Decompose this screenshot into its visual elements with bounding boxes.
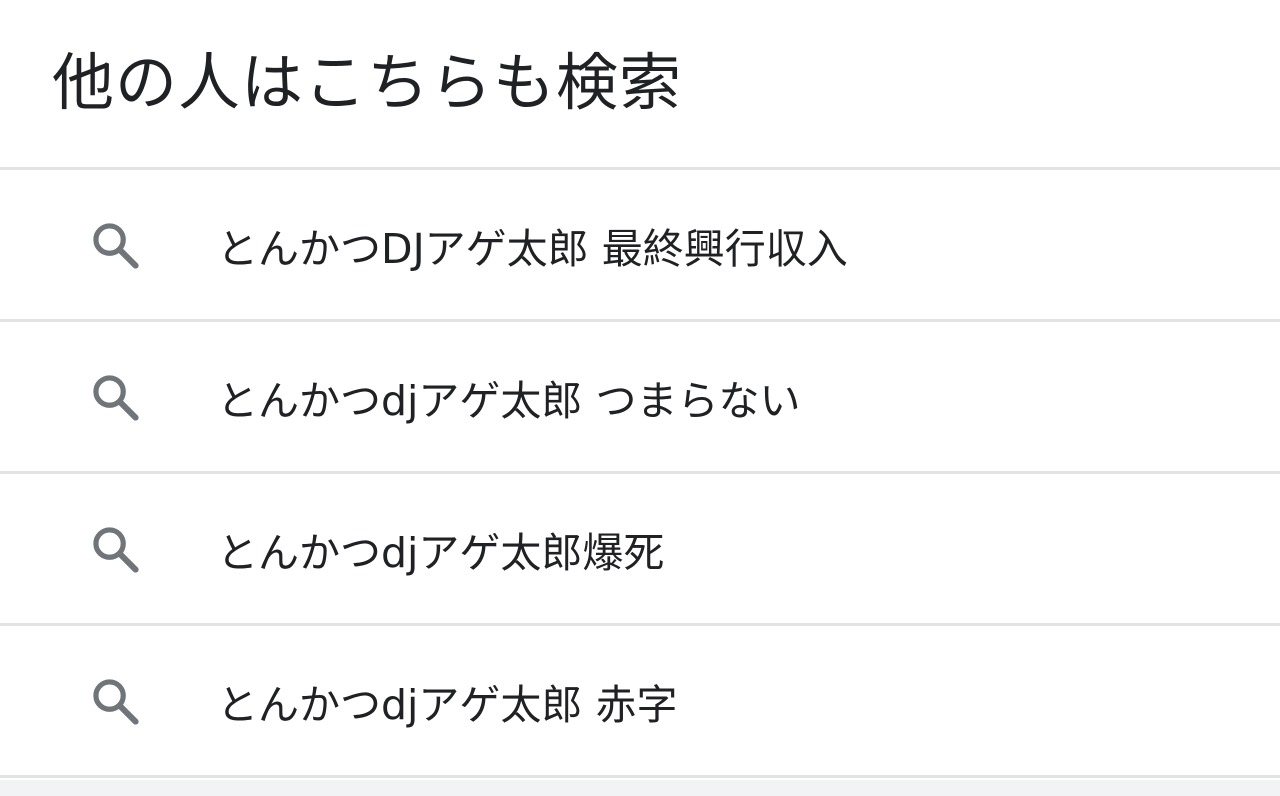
suggestion-label: とんかつdjアゲ太郎爆死: [217, 528, 665, 577]
search-icon: [89, 675, 141, 727]
suggestion-label: とんかつdjアゲ太郎 つまらない: [217, 376, 801, 425]
suggestion-list: とんかつDJアゲ太郎 最終興行収入 とんかつdjアゲ太郎 つまらない とんかつd…: [0, 170, 1280, 778]
suggestion-item[interactable]: とんかつdjアゲ太郎 つまらない: [0, 322, 1280, 474]
section-title: 他の人はこちらも検索: [52, 45, 683, 119]
suggestion-item[interactable]: とんかつDJアゲ太郎 最終興行収入: [0, 170, 1280, 322]
suggestion-label: とんかつdjアゲ太郎 赤字: [217, 680, 678, 729]
search-icon: [89, 219, 141, 271]
suggestion-item[interactable]: とんかつdjアゲ太郎 赤字: [0, 626, 1280, 778]
related-searches-header: 他の人はこちらも検索: [0, 0, 1280, 170]
suggestion-item[interactable]: とんかつdjアゲ太郎爆死: [0, 474, 1280, 626]
bottom-band: [0, 780, 1280, 796]
suggestion-label: とんかつDJアゲ太郎 最終興行収入: [217, 224, 848, 273]
related-searches-panel: 他の人はこちらも検索 とんかつDJアゲ太郎 最終興行収入 とんかつdjアゲ太郎 …: [0, 0, 1280, 796]
search-icon: [89, 371, 141, 423]
search-icon: [89, 523, 141, 575]
